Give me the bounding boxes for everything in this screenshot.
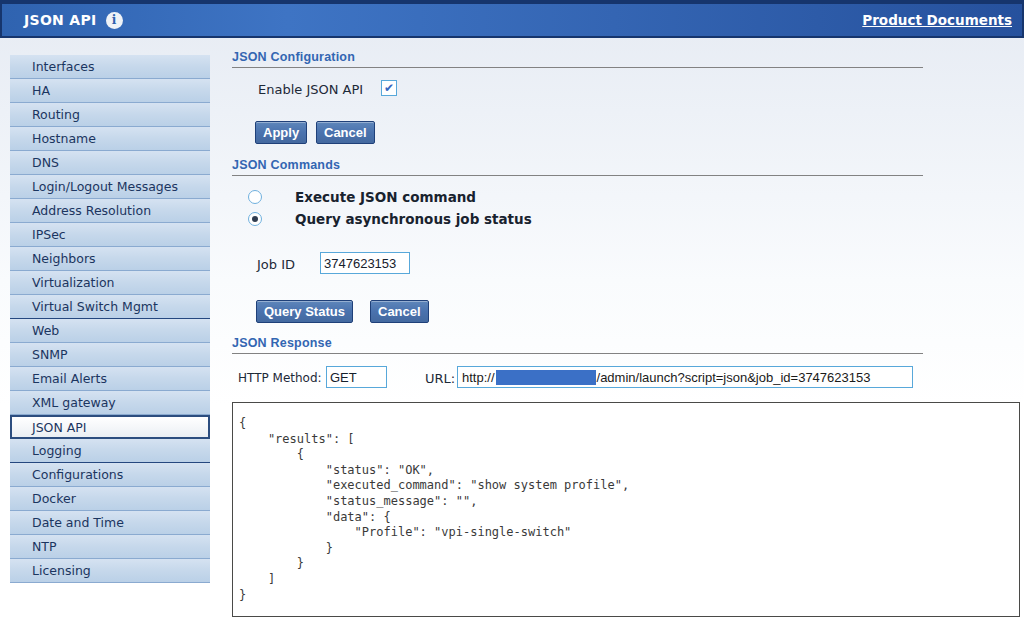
url-prefix: http://	[462, 370, 495, 385]
sidebar-item-email-alerts[interactable]: Email Alerts	[10, 367, 210, 391]
sidebar-item-neighbors[interactable]: Neighbors	[10, 247, 210, 271]
job-id-input[interactable]	[320, 252, 410, 274]
enable-json-api-label: Enable JSON API	[258, 82, 363, 97]
sidebar-item-configurations[interactable]: Configurations	[10, 463, 210, 487]
apply-button[interactable]: Apply	[255, 121, 307, 144]
url-label: URL:	[425, 371, 455, 386]
enable-json-api-checkbox[interactable]	[381, 80, 397, 96]
execute-json-command-label: Execute JSON command	[295, 189, 476, 205]
info-icon[interactable]: i	[106, 12, 123, 29]
sidebar-item-routing[interactable]: Routing	[10, 103, 210, 127]
page-title: JSON API	[24, 12, 97, 28]
sidebar-item-snmp[interactable]: SNMP	[10, 343, 210, 367]
header-inner: JSON API i Product Documents	[2, 4, 1022, 36]
sidebar-item-virtual-switch-mgmt[interactable]: Virtual Switch Mgmt	[10, 295, 210, 319]
sidebar-item-xml-gateway[interactable]: XML gateway	[10, 391, 210, 415]
job-id-label: Job ID	[257, 257, 295, 272]
sidebar-item-json-api[interactable]: JSON API	[10, 415, 210, 439]
product-documents-link[interactable]: Product Documents	[862, 12, 1012, 28]
section-json-response: JSON Response	[232, 336, 923, 354]
url-input[interactable]: http:// /admin/launch?script=json&job_id…	[457, 366, 913, 388]
json-response-text: { "results": [ { "status": "OK", "execut…	[233, 403, 1019, 603]
query-job-status-radio[interactable]	[248, 212, 262, 226]
cancel-query-button[interactable]: Cancel	[370, 300, 429, 323]
sidebar-item-virtualization[interactable]: Virtualization	[10, 271, 210, 295]
sidebar-item-logging[interactable]: Logging	[10, 439, 210, 463]
sidebar-item-licensing[interactable]: Licensing	[10, 559, 210, 583]
query-job-status-label: Query asynchronous job status	[295, 211, 532, 227]
sidebar-item-web[interactable]: Web	[10, 319, 210, 343]
url-redaction-block	[496, 370, 596, 385]
header-bar: JSON API i Product Documents	[0, 0, 1024, 38]
sidebar-item-dns[interactable]: DNS	[10, 151, 210, 175]
url-suffix: /admin/launch?script=json&job_id=3747623…	[597, 370, 871, 385]
sidebar-item-ha[interactable]: HA	[10, 79, 210, 103]
section-json-configuration: JSON Configuration	[232, 50, 923, 68]
sidebar-item-ipsec[interactable]: IPSec	[10, 223, 210, 247]
sidebar-item-interfaces[interactable]: Interfaces	[10, 55, 210, 79]
sidebar-item-ntp[interactable]: NTP	[10, 535, 210, 559]
sidebar-item-docker[interactable]: Docker	[10, 487, 210, 511]
sidebar-item-login-logout-messages[interactable]: Login/Logout Messages	[10, 175, 210, 199]
json-response-box: { "results": [ { "status": "OK", "execut…	[232, 402, 1020, 617]
execute-json-command-radio[interactable]	[248, 190, 262, 204]
section-json-commands: JSON Commands	[232, 158, 923, 176]
sidebar-item-date-and-time[interactable]: Date and Time	[10, 511, 210, 535]
sidebar: InterfacesHARoutingHostnameDNSLogin/Logo…	[10, 55, 210, 583]
http-method-label: HTTP Method:	[238, 371, 322, 385]
cancel-button[interactable]: Cancel	[316, 121, 375, 144]
query-status-button[interactable]: Query Status	[256, 300, 353, 323]
sidebar-item-address-resolution[interactable]: Address Resolution	[10, 199, 210, 223]
http-method-input[interactable]	[326, 366, 387, 388]
sidebar-item-hostname[interactable]: Hostname	[10, 127, 210, 151]
